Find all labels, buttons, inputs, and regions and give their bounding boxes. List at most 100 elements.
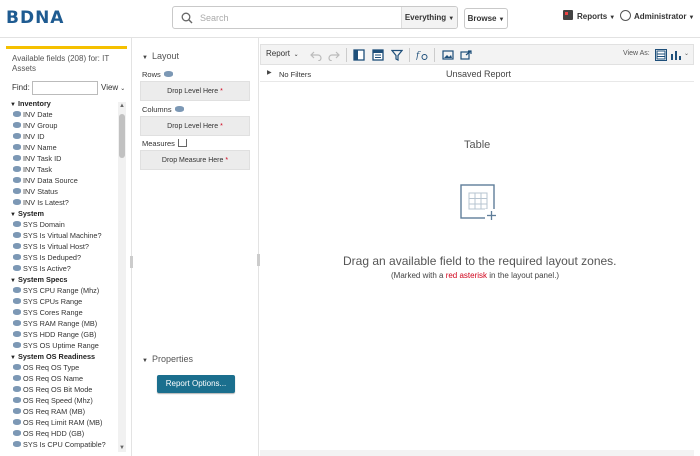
field-item[interactable]: OS Req HDD (GB)	[10, 428, 118, 439]
reports-menu[interactable]: Reports ▼	[563, 9, 615, 25]
required-asterisk: *	[225, 157, 229, 164]
dimension-icon	[13, 265, 21, 271]
field-item[interactable]: OS Req Limit RAM (MB)	[10, 417, 118, 428]
field-item[interactable]: INV Group	[10, 120, 118, 131]
field-group[interactable]: ▼ System OS Readiness	[10, 351, 118, 362]
field-item[interactable]: SYS Is Active?	[10, 263, 118, 274]
find-input[interactable]	[32, 81, 98, 95]
field-item[interactable]: INV Is Latest?	[10, 197, 118, 208]
field-item[interactable]: INV Task	[10, 164, 118, 175]
filters-label[interactable]: No Filters	[279, 70, 311, 79]
field-group[interactable]: ▼ System	[10, 208, 118, 219]
field-item[interactable]: INV Data Source	[10, 175, 118, 186]
field-item[interactable]: SYS CPU Range (Mhz)	[10, 285, 118, 296]
columns-drop-zone[interactable]: Drop Level Here *	[140, 116, 250, 136]
report-menu[interactable]: Report ⌄	[266, 49, 299, 58]
chevron-down-icon: ⌄	[120, 86, 126, 92]
field-item[interactable]: SYS Domain	[10, 219, 118, 230]
chevron-down-icon: ▼	[609, 15, 616, 21]
field-group[interactable]: ▼ System Specs	[10, 274, 118, 285]
redo-icon[interactable]	[328, 49, 340, 61]
properties-section-header[interactable]: ▼ Properties	[142, 354, 193, 364]
user-menu-label: Administrator	[634, 12, 687, 21]
rows-drop-text: Drop Level Here	[167, 88, 219, 95]
search-icon	[181, 12, 193, 24]
scroll-down-icon[interactable]: ▼	[118, 444, 126, 452]
dimension-icon	[13, 320, 21, 326]
field-label: INV Is Latest?	[23, 198, 69, 207]
browse-button[interactable]: Browse ▼	[464, 8, 508, 29]
field-item[interactable]: INV Task ID	[10, 153, 118, 164]
field-group[interactable]: ▼ Inventory	[10, 98, 118, 109]
scroll-up-icon[interactable]: ▲	[118, 102, 126, 110]
dimension-icon	[13, 166, 21, 172]
table-view-icon[interactable]	[655, 49, 667, 61]
splitter-grip[interactable]	[130, 256, 133, 268]
field-label: SYS CPUs Range	[23, 297, 83, 306]
layout-section-header[interactable]: ▼ Layout	[142, 51, 179, 61]
search-scope-label: Everything	[404, 13, 447, 22]
dimension-icon	[13, 309, 21, 315]
dimension-icon	[13, 188, 21, 194]
layout-panel-toggle-icon[interactable]	[353, 49, 365, 61]
export-icon[interactable]	[460, 49, 472, 61]
required-asterisk: *	[220, 88, 223, 95]
field-label: SYS OS Uptime Range	[23, 341, 99, 350]
chart-view-icon[interactable]	[670, 49, 682, 61]
dimension-icon	[13, 243, 21, 249]
filter-icon[interactable]	[391, 49, 403, 61]
splitter-grip[interactable]	[257, 254, 260, 266]
field-item[interactable]: SYS Is CPU Compatible?	[10, 439, 118, 450]
field-item[interactable]: SYS RAM Range (MB)	[10, 318, 118, 329]
field-item[interactable]: SYS Is Deduped?	[10, 252, 118, 263]
properties-title: Properties	[151, 354, 193, 364]
chart-type-chevron-icon[interactable]: ⌄	[684, 50, 689, 57]
field-item[interactable]: INV Name	[10, 142, 118, 153]
bdna-logo[interactable]: BDNA	[6, 8, 64, 28]
field-item[interactable]: OS Req OS Bit Mode	[10, 384, 118, 395]
field-label: SYS Is Deduped?	[23, 253, 82, 262]
field-item[interactable]: OS Req Speed (Mhz)	[10, 395, 118, 406]
bottom-scroll-strip	[260, 450, 694, 456]
hint-text-after: in the layout panel.)	[487, 271, 560, 280]
scroll-thumb[interactable]	[119, 114, 125, 158]
field-item[interactable]: SYS Cores Range	[10, 307, 118, 318]
dimension-icon	[13, 386, 21, 392]
user-menu[interactable]: Administrator ▼	[620, 9, 694, 25]
field-item[interactable]: INV Date	[10, 109, 118, 120]
undo-icon[interactable]	[310, 49, 322, 61]
field-item[interactable]: SYS HDD Range (GB)	[10, 329, 118, 340]
field-item[interactable]: INV ID	[10, 131, 118, 142]
field-item[interactable]: INV Status	[10, 186, 118, 197]
panel-splitter[interactable]	[131, 38, 132, 456]
field-label: INV ID	[23, 132, 45, 141]
field-item[interactable]: SYS Is Virtual Machine?	[10, 230, 118, 241]
available-fields-panel: Available fields (208) for: IT Assets Fi…	[6, 46, 127, 456]
calculation-icon[interactable]: f	[416, 49, 428, 61]
image-export-icon[interactable]	[442, 49, 454, 61]
dimension-icon	[13, 342, 21, 348]
rows-drop-zone[interactable]: Drop Level Here *	[140, 81, 250, 101]
panel-accent-line	[6, 46, 127, 49]
field-item[interactable]: SYS OS Uptime Range	[10, 340, 118, 351]
panel-splitter[interactable]	[258, 38, 259, 456]
dimension-icon	[13, 331, 21, 337]
expand-filters-icon[interactable]: ▶	[267, 69, 272, 76]
field-tree-scrollbar[interactable]: ▲ ▼	[118, 102, 126, 452]
toolbar-separator	[346, 48, 347, 62]
report-menu-label: Report	[266, 49, 291, 58]
search-input[interactable]	[200, 10, 400, 25]
field-item[interactable]: SYS CPUs Range	[10, 296, 118, 307]
dimension-icon	[13, 408, 21, 414]
field-item[interactable]: OS Req RAM (MB)	[10, 406, 118, 417]
report-options-button[interactable]: Report Options...	[157, 375, 235, 393]
empty-state-submessage: (Marked with a red asterisk in the layou…	[391, 271, 559, 280]
field-item[interactable]: OS Req OS Type	[10, 362, 118, 373]
search-scope-dropdown[interactable]: Everything ▼	[401, 7, 457, 28]
fields-panel-toggle-icon[interactable]	[372, 49, 384, 61]
dimension-icon	[13, 133, 21, 139]
field-item[interactable]: OS Req OS Name	[10, 373, 118, 384]
measures-drop-zone[interactable]: Drop Measure Here *	[140, 150, 250, 170]
view-dropdown[interactable]: View ⌄	[101, 83, 125, 92]
field-item[interactable]: SYS Is Virtual Host?	[10, 241, 118, 252]
